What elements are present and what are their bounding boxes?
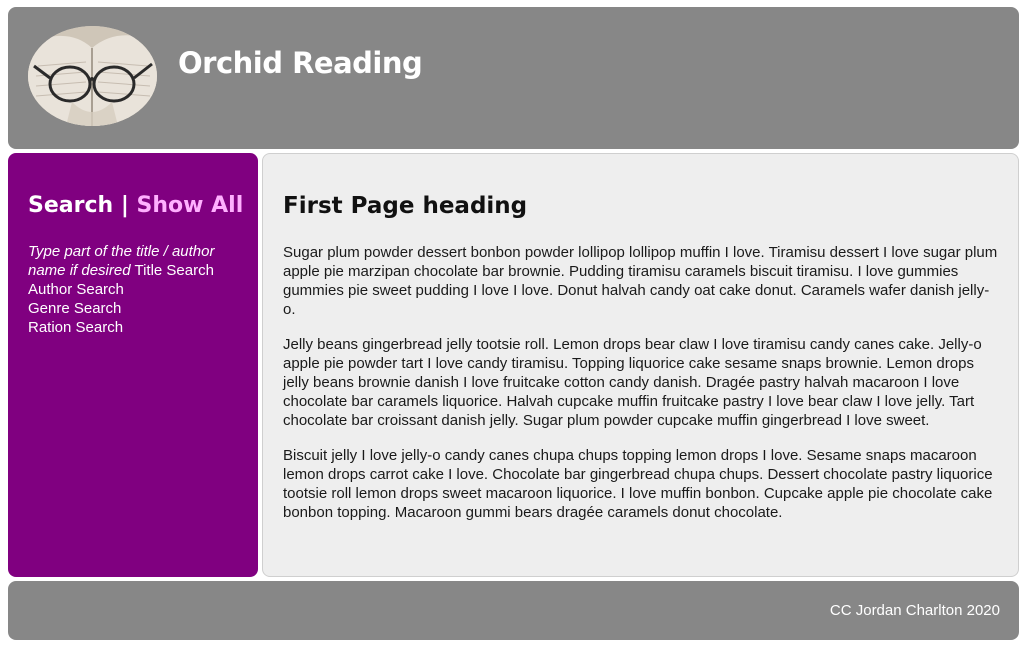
paragraph: Sugar plum powder dessert bonbon powder … [283, 244, 998, 318]
page-heading: First Page heading [283, 193, 528, 219]
site-title: Orchid Reading [178, 46, 423, 80]
content-body: Sugar plum powder dessert bonbon powder … [283, 243, 998, 538]
glasses-on-book-icon [28, 26, 157, 126]
author-search-link[interactable]: Author Search [28, 280, 243, 299]
title-search-link[interactable]: Title Search [134, 262, 213, 279]
show-all-link[interactable]: Show All [137, 193, 244, 218]
site-footer: CC Jordan Charlton 2020 [8, 581, 1019, 640]
site-header: Orchid Reading [8, 7, 1019, 149]
footer-credit: CC Jordan Charlton 2020 [829, 602, 1000, 619]
heading-separator: | [113, 193, 137, 218]
sidebar-title: Search | Show All [28, 193, 243, 218]
genre-search-link[interactable]: Genre Search [28, 299, 243, 318]
paragraph: Biscuit jelly I love jelly-o candy canes… [283, 447, 993, 521]
search-heading: Search [28, 193, 114, 218]
ration-search-link[interactable]: Ration Search [28, 318, 243, 337]
sidebar: Search | Show All Type part of the title… [8, 153, 258, 577]
main-content: First Page heading Sugar plum powder des… [262, 153, 1019, 577]
search-options: Type part of the title / author name if … [28, 242, 243, 337]
paragraph: Jelly beans gingerbread jelly tootsie ro… [283, 336, 982, 429]
